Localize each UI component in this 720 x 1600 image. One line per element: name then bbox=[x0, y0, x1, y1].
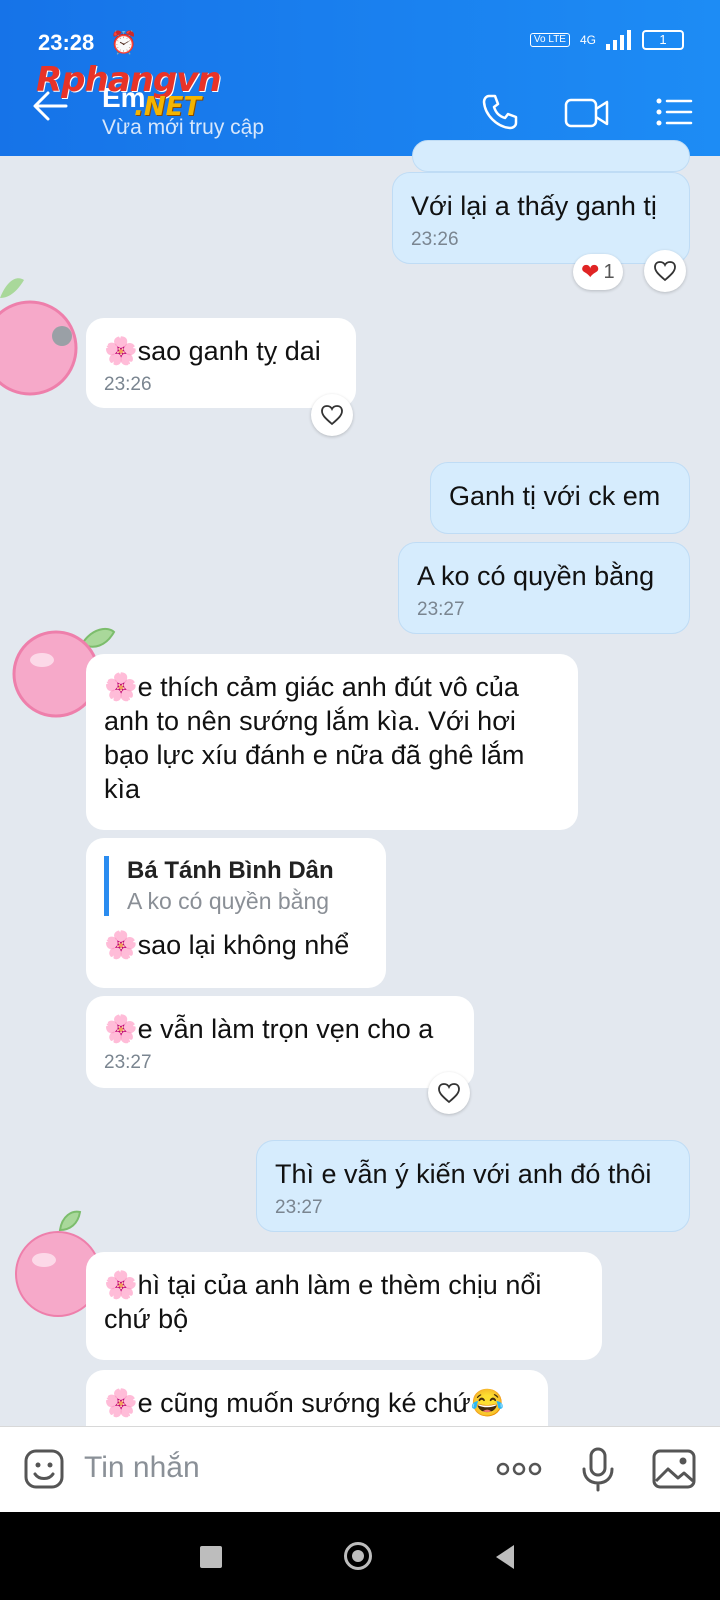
message-bubble[interactable]: Ganh tị với ck em bbox=[430, 462, 690, 534]
quoted-author: Bá Tánh Bình Dân bbox=[127, 857, 334, 884]
sakura-icon: 🌸 bbox=[104, 1014, 138, 1044]
message-time: 23:26 bbox=[104, 374, 152, 395]
network-type: 4G bbox=[579, 33, 596, 47]
volte-indicator: Vo LTE bbox=[529, 33, 570, 47]
partial-message-bubble bbox=[412, 140, 690, 172]
reply-message-bubble[interactable]: Bá Tánh Bình Dân A ko có quyền bằng 🌸sao… bbox=[86, 838, 386, 988]
message-text: Ganh tị với ck em bbox=[449, 481, 661, 511]
sakura-icon: 🌸 bbox=[104, 930, 138, 960]
message-input-bar: Tin nhắn bbox=[0, 1426, 720, 1513]
heart-filled-icon: ❤ bbox=[581, 259, 600, 284]
message-time: 23:26 bbox=[411, 229, 459, 250]
heart-outline-icon bbox=[438, 1083, 460, 1104]
message-text: Thì e vẫn ý kiến với anh đó thôi bbox=[275, 1159, 652, 1189]
message-bubble[interactable]: Thì e vẫn ý kiến với anh đó thôi 23:27 bbox=[256, 1140, 690, 1232]
system-navigation-bar bbox=[0, 1512, 720, 1600]
message-text: e thích cảm giác anh đút vô của anh to n… bbox=[104, 672, 525, 804]
recents-button-icon[interactable] bbox=[200, 1546, 222, 1568]
microphone-icon[interactable] bbox=[574, 1445, 622, 1493]
more-options-icon[interactable] bbox=[494, 1445, 544, 1493]
message-text: e vẫn làm trọn vẹn cho a bbox=[137, 1014, 434, 1044]
like-button[interactable] bbox=[644, 250, 686, 292]
message-text: sao ganh tỵ dai bbox=[137, 336, 321, 366]
status-icons: Vo LTE 4G 1 bbox=[529, 30, 684, 50]
message-time: 23:27 bbox=[417, 599, 465, 620]
message-text: Với lại a thấy ganh tị bbox=[411, 191, 657, 221]
sakura-icon: 🌸 bbox=[104, 1388, 138, 1418]
message-bubble[interactable]: Với lại a thấy ganh tị 23:26 bbox=[392, 172, 690, 264]
reaction-summary[interactable]: ❤ 1 bbox=[573, 254, 623, 290]
watermark-suffix: .NET bbox=[134, 92, 202, 122]
home-button-icon[interactable] bbox=[344, 1542, 372, 1570]
like-button[interactable] bbox=[311, 394, 353, 436]
home-button-inner bbox=[352, 1550, 364, 1562]
message-bubble[interactable]: 🌸e vẫn làm trọn vẹn cho a 23:27 bbox=[86, 996, 474, 1088]
message-time: 23:27 bbox=[275, 1197, 323, 1218]
video-call-icon[interactable] bbox=[564, 92, 610, 132]
quoted-text: A ko có quyền bằng bbox=[127, 888, 330, 914]
back-button-icon[interactable] bbox=[494, 1544, 516, 1570]
sakura-icon: 🌸 bbox=[104, 336, 138, 366]
sakura-icon: 🌸 bbox=[104, 672, 138, 702]
message-bubble[interactable]: A ko có quyền bằng 23:27 bbox=[398, 542, 690, 634]
emoji-sticker-icon[interactable] bbox=[20, 1445, 68, 1493]
status-bar: 23:28 ⏰ Vo LTE 4G 1 bbox=[0, 0, 720, 68]
contact-avatar[interactable] bbox=[0, 268, 80, 398]
status-time: 23:28 bbox=[38, 30, 95, 55]
signal-icon bbox=[606, 30, 631, 50]
message-bubble[interactable]: 🌸e thích cảm giác anh đút vô của anh to … bbox=[86, 654, 578, 830]
message-bubble[interactable]: 🌸hì tại của anh làm e thèm chịu nổi chứ … bbox=[86, 1252, 602, 1360]
message-text: e cũng muốn sướng ké chứ😂 bbox=[137, 1388, 505, 1418]
message-text: sao lại không nhể bbox=[137, 930, 350, 960]
heart-outline-icon bbox=[321, 405, 343, 426]
message-text: hì tại của anh làm e thèm chịu nổi chứ b… bbox=[104, 1270, 542, 1334]
like-button[interactable] bbox=[428, 1072, 470, 1114]
reaction-count: 1 bbox=[603, 260, 615, 283]
message-text: A ko có quyền bằng bbox=[417, 561, 655, 591]
alarm-icon: ⏰ bbox=[110, 30, 138, 55]
image-gallery-icon[interactable] bbox=[650, 1445, 698, 1493]
quoted-message[interactable]: Bá Tánh Bình Dân A ko có quyền bằng bbox=[104, 856, 368, 916]
message-input[interactable]: Tin nhắn bbox=[84, 1451, 200, 1485]
message-time: 23:27 bbox=[104, 1052, 152, 1073]
menu-list-icon[interactable] bbox=[654, 92, 694, 132]
battery-level: 1 bbox=[659, 32, 667, 47]
message-bubble[interactable]: 🌸sao ganh tỵ dai 23:26 bbox=[86, 318, 356, 408]
heart-outline-icon bbox=[654, 261, 676, 282]
battery-icon: 1 bbox=[642, 30, 684, 50]
sakura-icon: 🌸 bbox=[104, 1270, 138, 1300]
phone-call-icon[interactable] bbox=[480, 92, 520, 132]
